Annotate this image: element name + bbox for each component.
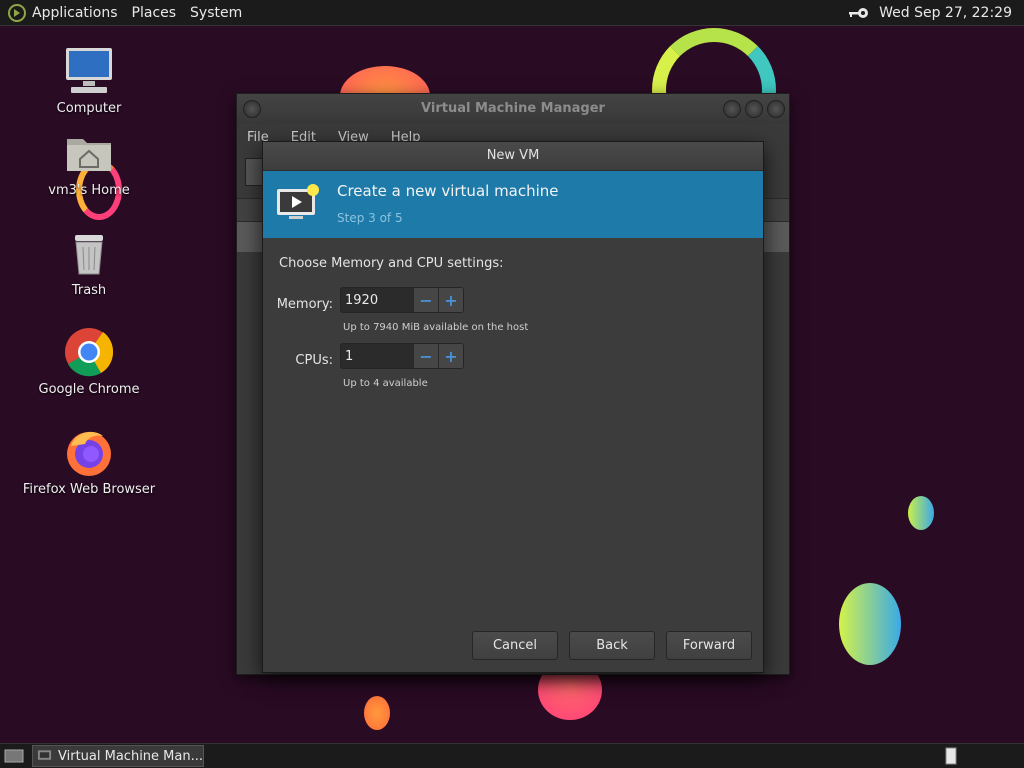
dialog-titlebar[interactable]: New VM bbox=[263, 142, 763, 171]
forward-button[interactable]: Forward bbox=[666, 631, 752, 660]
desktop-icon-label: Computer bbox=[56, 101, 122, 116]
cpus-increment-button[interactable]: + bbox=[438, 344, 463, 368]
firefox-icon bbox=[67, 431, 111, 476]
close-button[interactable] bbox=[767, 100, 785, 118]
memory-input[interactable] bbox=[341, 288, 413, 312]
workspace-switcher-icon[interactable] bbox=[944, 747, 958, 765]
desktop-icon-chrome[interactable]: Google Chrome bbox=[14, 326, 164, 397]
new-vm-monitor-icon bbox=[277, 184, 319, 219]
desktop-icon-label: Trash bbox=[71, 283, 107, 298]
vmm-titlebar[interactable]: Virtual Machine Manager bbox=[237, 94, 789, 124]
new-vm-dialog: New VM Create a new virtual machine Step… bbox=[262, 141, 764, 673]
keyring-icon[interactable] bbox=[847, 6, 869, 20]
dialog-header-title: Create a new virtual machine bbox=[337, 182, 559, 200]
memory-spinbox: − + bbox=[340, 287, 464, 313]
home-folder-icon bbox=[67, 139, 111, 171]
top-panel: Applications Places System Wed Sep 27, 2… bbox=[0, 0, 1024, 26]
minimize-button[interactable] bbox=[723, 100, 741, 118]
desktop-icon-label: Firefox Web Browser bbox=[22, 482, 156, 497]
taskbar-item-vmm[interactable]: Virtual Machine Man... bbox=[32, 745, 204, 767]
vmm-window-title: Virtual Machine Manager bbox=[421, 101, 605, 116]
dialog-header-banner: Create a new virtual machine Step 3 of 5 bbox=[263, 171, 763, 238]
memory-decrement-button[interactable]: − bbox=[413, 288, 438, 312]
panel-clock[interactable]: Wed Sep 27, 22:29 bbox=[879, 5, 1012, 21]
decor-blob-orange-small bbox=[364, 696, 390, 730]
taskbar: Virtual Machine Man... bbox=[0, 743, 1024, 768]
cpus-hint: Up to 4 available bbox=[343, 378, 428, 389]
menu-applications[interactable]: Applications bbox=[32, 5, 118, 21]
chrome-icon bbox=[65, 328, 114, 377]
memory-label: Memory: bbox=[276, 297, 333, 312]
dialog-step-indicator: Step 3 of 5 bbox=[337, 211, 403, 225]
desktop-icon-label: Google Chrome bbox=[38, 382, 140, 397]
computer-icon bbox=[66, 48, 112, 93]
distro-logo-icon[interactable] bbox=[8, 3, 26, 22]
show-desktop-icon[interactable] bbox=[4, 748, 24, 764]
desktop-icon-home[interactable]: vm3's Home bbox=[14, 127, 164, 198]
vmm-app-icon bbox=[37, 750, 52, 760]
cpus-spinbox: − + bbox=[340, 343, 464, 369]
window-menu-button[interactable] bbox=[243, 100, 261, 118]
menu-system[interactable]: System bbox=[190, 5, 242, 21]
section-label: Choose Memory and CPU settings: bbox=[279, 256, 504, 271]
cpus-decrement-button[interactable]: − bbox=[413, 344, 438, 368]
desktop-icon-firefox[interactable]: Firefox Web Browser bbox=[14, 426, 164, 497]
cpus-input[interactable] bbox=[341, 344, 413, 368]
decor-blob-large-cyan bbox=[839, 583, 901, 665]
menu-places[interactable]: Places bbox=[132, 5, 177, 21]
trash-icon bbox=[75, 235, 103, 275]
maximize-button[interactable] bbox=[745, 100, 763, 118]
memory-increment-button[interactable]: + bbox=[438, 288, 463, 312]
memory-hint: Up to 7940 MiB available on the host bbox=[343, 322, 529, 333]
cancel-button[interactable]: Cancel bbox=[472, 631, 558, 660]
desktop-icon-trash[interactable]: Trash bbox=[14, 227, 164, 298]
decor-blob-small-cyan bbox=[908, 496, 934, 530]
taskbar-item-label: Virtual Machine Man... bbox=[58, 748, 203, 764]
cpus-label: CPUs: bbox=[295, 353, 333, 368]
desktop-icon-label: vm3's Home bbox=[48, 183, 130, 198]
back-button[interactable]: Back bbox=[569, 631, 655, 660]
desktop-icon-computer[interactable]: Computer bbox=[14, 45, 164, 116]
